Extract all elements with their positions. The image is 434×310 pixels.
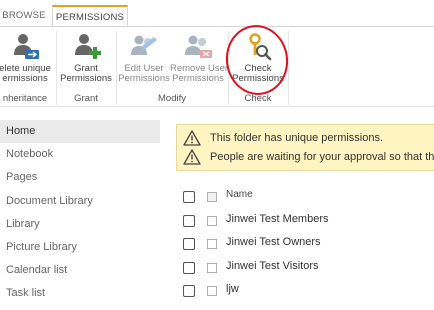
nav-item-library[interactable]: Library [0,213,160,236]
group-type-icon [207,262,217,273]
ribbon-toolbar: elete unique ermissions nheritance Grant… [0,27,434,107]
type-icon-header [207,192,217,202]
list-item: Jinwei Test Members [182,210,434,234]
row-checkbox[interactable] [183,238,195,250]
group-separator [116,31,117,105]
nav-item-document-library[interactable]: Document Library [0,190,160,213]
row-checkbox[interactable] [183,214,195,227]
quick-launch-nav: Home Notebook Pages Document Library Lib… [0,120,160,306]
group-separator [56,31,57,105]
edit-user-permissions-button[interactable]: Edit User Permissions [118,33,170,84]
group-type-icon [207,239,217,249]
list-item: ljw [182,280,434,304]
warning-text-unique: This folder has unique permissions. [210,132,384,144]
warning-icon [183,130,201,146]
list-item-name[interactable]: Jinwei Test Members [226,213,329,225]
group-label-modify: Modify [158,93,186,104]
permissions-list: Name Jinwei Test Members Jinwei Test Own… [182,186,434,304]
list-item: Jinwei Test Owners [182,233,434,257]
remove-user-label-line2: Permissions [172,73,224,84]
grant-permissions-button[interactable]: Grant Permissions [58,33,114,84]
row-checkbox[interactable] [183,261,195,274]
list-header-row: Name [182,186,434,210]
tab-browse[interactable]: BROWSE [0,6,48,26]
delete-unique-permissions-button[interactable]: elete unique ermissions [0,33,54,84]
row-checkbox[interactable] [183,285,195,297]
edit-user-label-line2: Permissions [118,73,170,84]
warning-icon [183,149,201,165]
user-add-icon [75,34,101,59]
list-item: Jinwei Test Visitors [182,257,434,281]
nav-item-pages[interactable]: Pages [0,166,160,189]
group-separator [288,31,289,105]
users-edit-icon [131,35,157,55]
nav-item-task-list[interactable]: Task list [0,282,160,305]
grant-label-line2: Permissions [60,73,112,84]
group-type-icon [207,215,217,226]
group-label-inheritance: nheritance [2,93,48,104]
users-remove-icon [185,35,212,58]
nav-item-home[interactable]: Home [0,120,160,144]
ribbon-tab-bar: BROWSE PERMISSIONS [0,0,434,29]
select-all-checkbox[interactable] [183,191,195,203]
status-message-box: This folder has unique permissions. Peop… [176,124,434,171]
users-delete-icon [14,34,39,59]
nav-item-notebook[interactable]: Notebook [0,143,160,166]
list-item-name[interactable]: Jinwei Test Owners [226,236,321,248]
list-item-name[interactable]: ljw [226,283,239,295]
nav-item-picture-library[interactable]: Picture Library [0,236,160,259]
warning-text-approval[interactable]: People are waiting for your approval so … [210,151,434,163]
group-type-icon [207,286,217,296]
group-label-grant: Grant [74,93,98,104]
list-item-name[interactable]: Jinwei Test Visitors [226,260,319,272]
delete-unique-label-line2: ermissions [2,73,48,84]
column-header-name[interactable]: Name [226,189,253,200]
nav-item-calendar-list[interactable]: Calendar list [0,259,160,282]
remove-user-permissions-button[interactable]: Remove User Permissions [170,33,228,84]
